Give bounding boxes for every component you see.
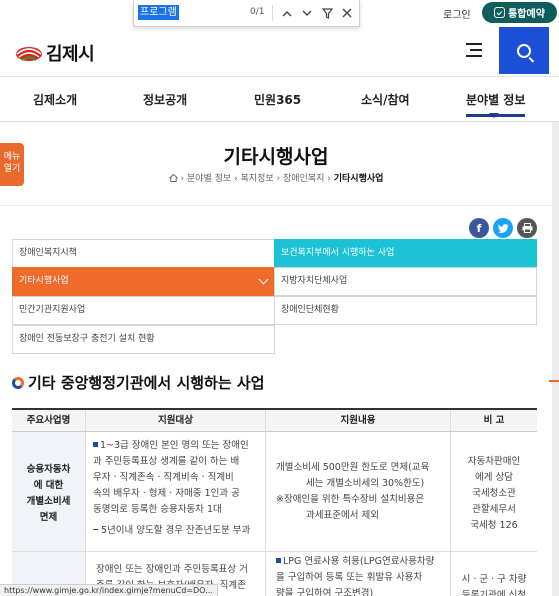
cell-line: 등록기관에 신청 — [461, 590, 527, 596]
table-cell-support: 개별소비세 500만원 한도로 면제(교육 세는 개별소비세의 30%한도) ※… — [266, 432, 451, 552]
gnb-item-about[interactable]: 김제소개 — [33, 91, 77, 108]
breadcrumb-item[interactable]: 복지정보 — [241, 174, 274, 184]
find-separator — [272, 5, 273, 21]
check-calendar-icon — [494, 7, 506, 18]
gnb-item-info-disclosure[interactable]: 정보공개 — [143, 91, 187, 108]
submenu-item-other-programs[interactable]: 기타시행사업 — [12, 267, 275, 296]
submenu-item-other-programs-label: 기타시행사업 — [19, 276, 69, 286]
table-cell-program-name: 승용자동차 에 대한 개별소비세 면제 — [12, 432, 86, 552]
page-scrollbar[interactable] — [552, 122, 559, 596]
cell-note: 5년이내 양도할 경우 잔존년도분 부과 — [101, 525, 251, 536]
gnb-item-field-info[interactable]: 분야별 정보 — [466, 91, 526, 117]
breadcrumb-item[interactable]: 분야별 정보 — [187, 174, 231, 184]
cell-line: 과세표준에서 제외 — [306, 510, 379, 521]
find-match-count: 0/1 — [250, 7, 265, 17]
login-link[interactable]: 로그인 — [443, 6, 471, 21]
table-cell-target: 1~3급 장애인 본인 명의 또는 장애인 과 주민등록표상 생계를 같이 하는… — [86, 432, 266, 552]
site-logo-text: 김제시 — [46, 44, 95, 65]
search-button[interactable] — [499, 27, 549, 74]
cell-line: 국세청 126 — [470, 520, 518, 531]
cell-line: 장애인 또는 장애인과 주민등록표상 거 — [96, 564, 248, 575]
find-close-icon[interactable] — [338, 4, 356, 22]
find-previous-icon[interactable] — [278, 4, 296, 22]
table-cell-note: 자동차판매인 에게 상담 국세청소관 관할세무서 국세청 126 — [451, 432, 537, 552]
cell-line: 에 대한 — [33, 480, 64, 491]
cell-line: 우자 · 직계존속 · 직계비속 · 직계비 — [93, 472, 234, 483]
facebook-share-icon[interactable]: f — [469, 218, 489, 238]
page-title: 기타시행사업 — [223, 146, 329, 168]
menu-hamburger-icon[interactable] — [466, 43, 482, 57]
cell-line: 승용자동차 — [26, 464, 71, 475]
title-divider — [0, 205, 552, 206]
search-icon — [517, 43, 531, 58]
table-header: 비 고 — [451, 410, 537, 432]
gnb-item-civil-365[interactable]: 민원365 — [254, 91, 301, 108]
cell-line: 에게 상담 — [475, 472, 513, 483]
cell-line: 을 구입하여 등록 또는 휘발유 사용차 — [276, 572, 423, 583]
print-icon[interactable] — [517, 218, 537, 238]
integrated-reservation-button[interactable]: 통합예약 — [482, 2, 557, 23]
dash-icon — [93, 528, 98, 530]
cell-line: 개별소비세 500만원 한도로 면제(교육 — [276, 462, 430, 473]
section-ring-icon — [12, 376, 24, 389]
gnb-active-caret — [489, 113, 499, 118]
cell-line: 시 · 군 · 구 차량 — [461, 574, 527, 585]
cell-line: 관할세무서 — [472, 504, 516, 515]
breadcrumb-item[interactable]: 장애인복지 — [283, 174, 324, 184]
find-bar: 프로그램 0/1 — [133, 0, 360, 27]
gimje-logo-icon — [14, 42, 44, 64]
cell-line: 자동차판매인 — [467, 456, 521, 467]
submenu-item-ministry-programs[interactable]: 보건복지부에서 시행하는 사업 — [274, 239, 537, 268]
table-cell-note: 시 · 군 · 구 차량 등록기관에 신청 — [451, 552, 537, 596]
programs-table: 주요사업명 지원대상 지원내용 비 고 승용자동차 에 대한 개별소비세 면제 … — [12, 408, 537, 596]
submenu-item-local-government[interactable]: 지방자치단체사업 — [274, 267, 537, 296]
site-logo[interactable]: 김제시 — [14, 40, 95, 66]
submenu-item-private-support[interactable]: 민간기관지원사업 — [12, 296, 275, 325]
home-icon[interactable] — [168, 173, 178, 182]
submenu-item-disability-policy[interactable]: 장애인복지시책 — [12, 239, 275, 268]
bullet-icon — [276, 558, 281, 563]
cell-line: 면제 — [39, 512, 58, 523]
cell-line: 속의 배우자 · 형제 · 자매중 1인과 공 — [93, 488, 240, 499]
site-header: 김제시 — [0, 27, 559, 77]
bullet-icon — [93, 442, 98, 447]
breadcrumb-current: 기타시행사업 — [333, 174, 384, 184]
table-cell-support: LPG 연료사용 허용(LPG연료사용차량 을 구입하여 등록 또는 휘발유 사… — [266, 552, 451, 596]
submenu-item-charger-status[interactable]: 장애인 전동보장구 충전기 설치 현황 — [12, 325, 275, 354]
gnb-item-news-participation[interactable]: 소식/참여 — [361, 91, 410, 108]
integrated-reservation-label: 통합예약 — [508, 9, 545, 20]
cell-line: LPG 연료사용 허용(LPG연료사용차량 — [283, 556, 435, 567]
browser-status-url: https://www.gimje.go.kr/index.gimje?menu… — [0, 584, 218, 596]
scrollbar-find-marker — [549, 380, 559, 382]
cell-line: 국세청소관 — [472, 488, 516, 499]
cell-line: 1~3급 장애인 본인 명의 또는 장애인 — [100, 440, 249, 451]
find-input[interactable]: 프로그램 — [138, 5, 179, 20]
table-header: 지원대상 — [86, 410, 266, 432]
cell-line: 동명의로 등록한 승용자동차 1대 — [93, 504, 222, 515]
section-title: 기타 중앙행정기관에서 시행하는 사업 — [12, 372, 264, 393]
cell-line: 과 주민등록표상 생계를 같이 하는 배 — [93, 456, 240, 467]
cell-line: 량을 구입하여 구조변경) — [276, 588, 374, 596]
section-title-text: 기타 중앙행정기관에서 시행하는 사업 — [28, 374, 265, 392]
breadcrumb: › 분야별 정보 › 복지정보 › 장애인복지 › 기타시행사업 — [0, 171, 552, 184]
cell-line: 세는 개별소비세의 30%한도) — [306, 478, 425, 489]
cell-line: 개별소비세 — [26, 496, 71, 507]
chevron-down-icon — [258, 274, 269, 285]
find-filter-icon[interactable] — [318, 4, 336, 22]
find-next-icon[interactable] — [298, 4, 316, 22]
twitter-share-icon[interactable] — [493, 218, 513, 238]
submenu-item-disability-groups[interactable]: 장애인단체현황 — [274, 296, 537, 325]
main-navigation: 김제소개 정보공개 민원365 소식/참여 분야별 정보 — [0, 78, 559, 122]
cell-line: ※장애인을 위한 특수장비 설치비용은 — [276, 494, 425, 505]
table-header: 주요사업명 — [12, 410, 86, 432]
table-header: 지원내용 — [266, 410, 451, 432]
